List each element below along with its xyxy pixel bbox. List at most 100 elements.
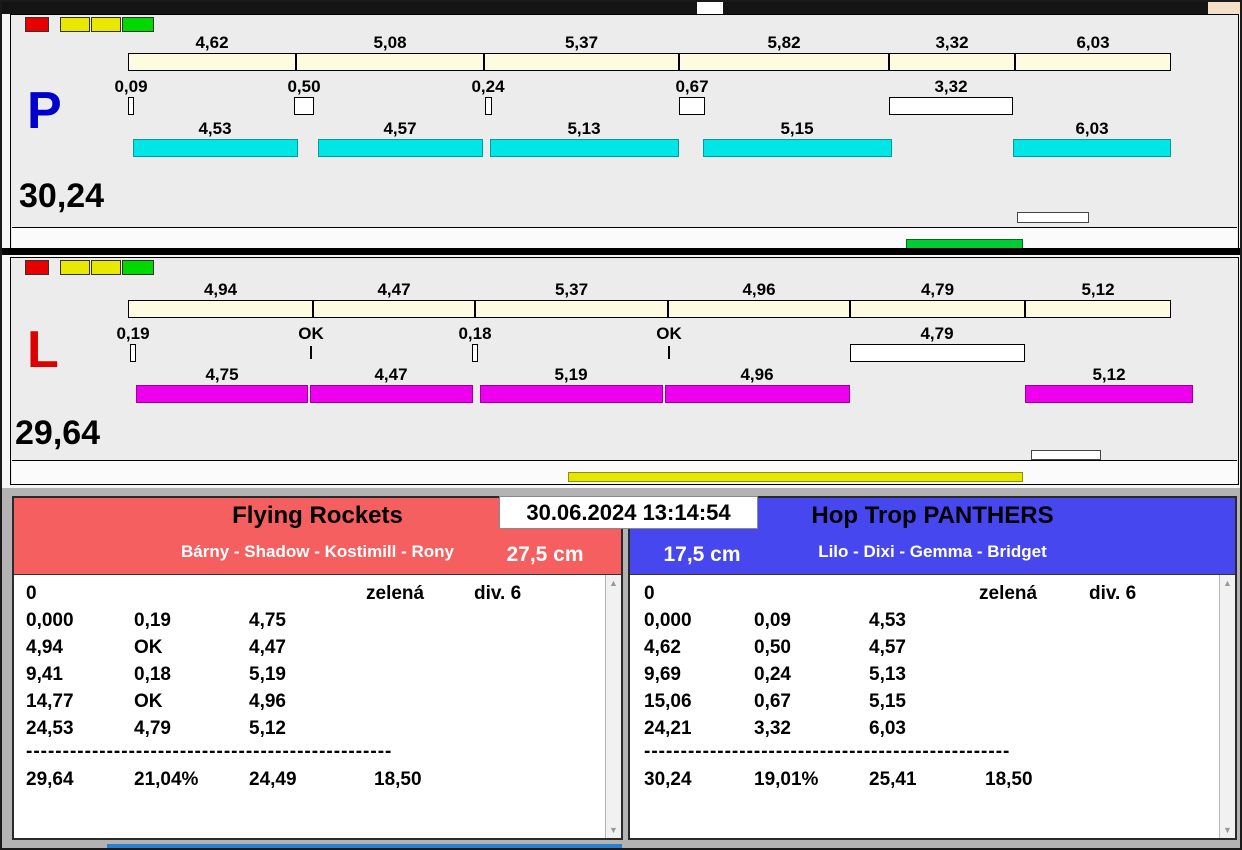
jump-height: 17,5 cm [663, 543, 741, 566]
result-cell: 3,32 [754, 718, 791, 739]
dog-run-time-label: 5,12 [1092, 365, 1126, 384]
title-bar-notch [697, 2, 723, 14]
result-cell: 4,62 [644, 637, 681, 658]
dog-run-bar [665, 385, 850, 403]
result-cell: OK [134, 691, 163, 712]
change-time-label: 0,24 [471, 77, 505, 96]
result-cell: 24,53 [26, 718, 74, 739]
total-reference: 18,50 [985, 769, 1033, 790]
title-bar [2, 2, 1240, 14]
division: div. 6 [1089, 583, 1137, 604]
start-light-yellow-2 [91, 17, 121, 32]
race-clock: 30.06.2024 13:14:54 [499, 496, 758, 529]
start-light-red [25, 17, 49, 32]
scroll-down-icon[interactable]: ▼ [1220, 822, 1235, 838]
division: div. 6 [474, 583, 522, 604]
change-time-box [485, 97, 492, 115]
result-cell: 0,50 [754, 637, 791, 658]
dog-run-time-label: 4,53 [198, 119, 232, 138]
split-time-label: 5,37 [554, 280, 589, 299]
split-time-bar [889, 53, 1015, 71]
dog-run-time-label: 4,57 [383, 119, 417, 138]
start-light-red [25, 260, 49, 275]
jump-height: 27,5 cm [506, 543, 584, 566]
scrollbar[interactable]: ▲ ▼ [1219, 575, 1235, 838]
timing-app-window: 4,62 5,08 5,37 5,82 3,32 6,03 0,09 0,50 … [0, 0, 1242, 850]
dog-run-time-label: 5,13 [567, 119, 601, 138]
dog-run-time-label: 5,19 [554, 365, 588, 384]
team-right-results: 0 zelená div. 6 0,000 0,09 4,53 4,62 0,5… [630, 574, 1235, 838]
lane-l-progress-bar [568, 472, 1023, 482]
change-time-label: 4,79 [920, 324, 954, 343]
change-time-box [128, 97, 134, 115]
dog-run-bar [136, 385, 308, 403]
results-separator: ----------------------------------------… [644, 741, 1011, 762]
start-light-green [122, 260, 154, 275]
result-cell: OK [134, 637, 163, 658]
team-right-panel: Hop Trop PANTHERS Lilo - Dixi - Gemma - … [628, 496, 1237, 840]
split-time-label: 5,37 [564, 33, 599, 52]
total-time: 30,24 [644, 769, 692, 790]
dog-run-bar [1025, 385, 1193, 403]
dog-run-time-label: 4,47 [374, 365, 408, 384]
result-cell: 5,12 [249, 718, 286, 739]
split-time-label: 5,08 [373, 33, 407, 52]
lane-l-label: L [27, 321, 59, 379]
split-time-label: 4,96 [742, 280, 776, 299]
result-cell: 4,53 [869, 610, 906, 631]
result-cell: 0,67 [754, 691, 791, 712]
change-time-box [850, 344, 1025, 362]
dog-run-time-label: 6,03 [1075, 119, 1109, 138]
split-time-bar [850, 300, 1025, 318]
result-cell: 14,77 [26, 691, 74, 712]
change-time-label: 0,50 [287, 77, 321, 96]
split-time-label: 4,94 [203, 280, 238, 299]
result-cell: 5,15 [869, 691, 906, 712]
change-time-box [294, 97, 314, 115]
split-time-bar [475, 300, 668, 318]
result-cell: 4,57 [869, 637, 906, 658]
scroll-down-icon[interactable]: ▼ [606, 822, 621, 838]
run-number: 0 [644, 583, 655, 604]
result-cell: 0,24 [754, 664, 791, 685]
change-time-label: 3,32 [934, 77, 968, 96]
lane-p-panel: 4,62 5,08 5,37 5,82 3,32 6,03 0,09 0,50 … [10, 14, 1239, 250]
result-cell: 4,47 [249, 637, 286, 658]
split-time-label: 4,47 [377, 280, 411, 299]
result-cell: 0,000 [26, 610, 74, 631]
result-cell: 4,79 [134, 718, 171, 739]
scroll-up-icon[interactable]: ▲ [1220, 575, 1235, 591]
lane-p-bottom-strip [12, 227, 1237, 249]
run-number: 0 [26, 583, 37, 604]
dog-run-bar [133, 139, 298, 157]
change-time-label: OK [656, 324, 682, 343]
scrollbar[interactable]: ▲ ▼ [605, 575, 621, 838]
result-cell: 5,19 [249, 664, 286, 685]
split-time-label: 3,32 [935, 33, 969, 52]
split-time-label: 6,03 [1076, 33, 1110, 52]
total-alt-time: 25,41 [869, 769, 917, 790]
change-time-box [472, 344, 478, 362]
change-time-box [130, 344, 136, 362]
scroll-up-icon[interactable]: ▲ [606, 575, 621, 591]
bottom-status-bar [107, 844, 622, 848]
start-light-yellow-2 [91, 260, 121, 275]
team-left-results: 0 zelená div. 6 0,000 0,19 4,75 4,94 OK … [14, 574, 621, 838]
split-time-label: 5,12 [1081, 280, 1115, 299]
lane-p-label: P [27, 82, 62, 140]
split-time-bar [484, 53, 679, 71]
total-time: 29,64 [26, 769, 74, 790]
result-cell: 6,03 [869, 718, 906, 739]
split-time-label: 5,82 [767, 33, 801, 52]
start-light-yellow-1 [60, 17, 90, 32]
change-time-box [679, 97, 705, 115]
change-time-box [889, 97, 1013, 115]
result-cell: 9,69 [644, 664, 681, 685]
result-cell: 24,21 [644, 718, 692, 739]
card-color: zelená [979, 583, 1038, 604]
change-ok-tick [668, 346, 670, 359]
result-cell: 9,41 [26, 664, 63, 685]
result-cell: 15,06 [644, 691, 692, 712]
card-color: zelená [366, 583, 425, 604]
dog-run-bar [318, 139, 483, 157]
